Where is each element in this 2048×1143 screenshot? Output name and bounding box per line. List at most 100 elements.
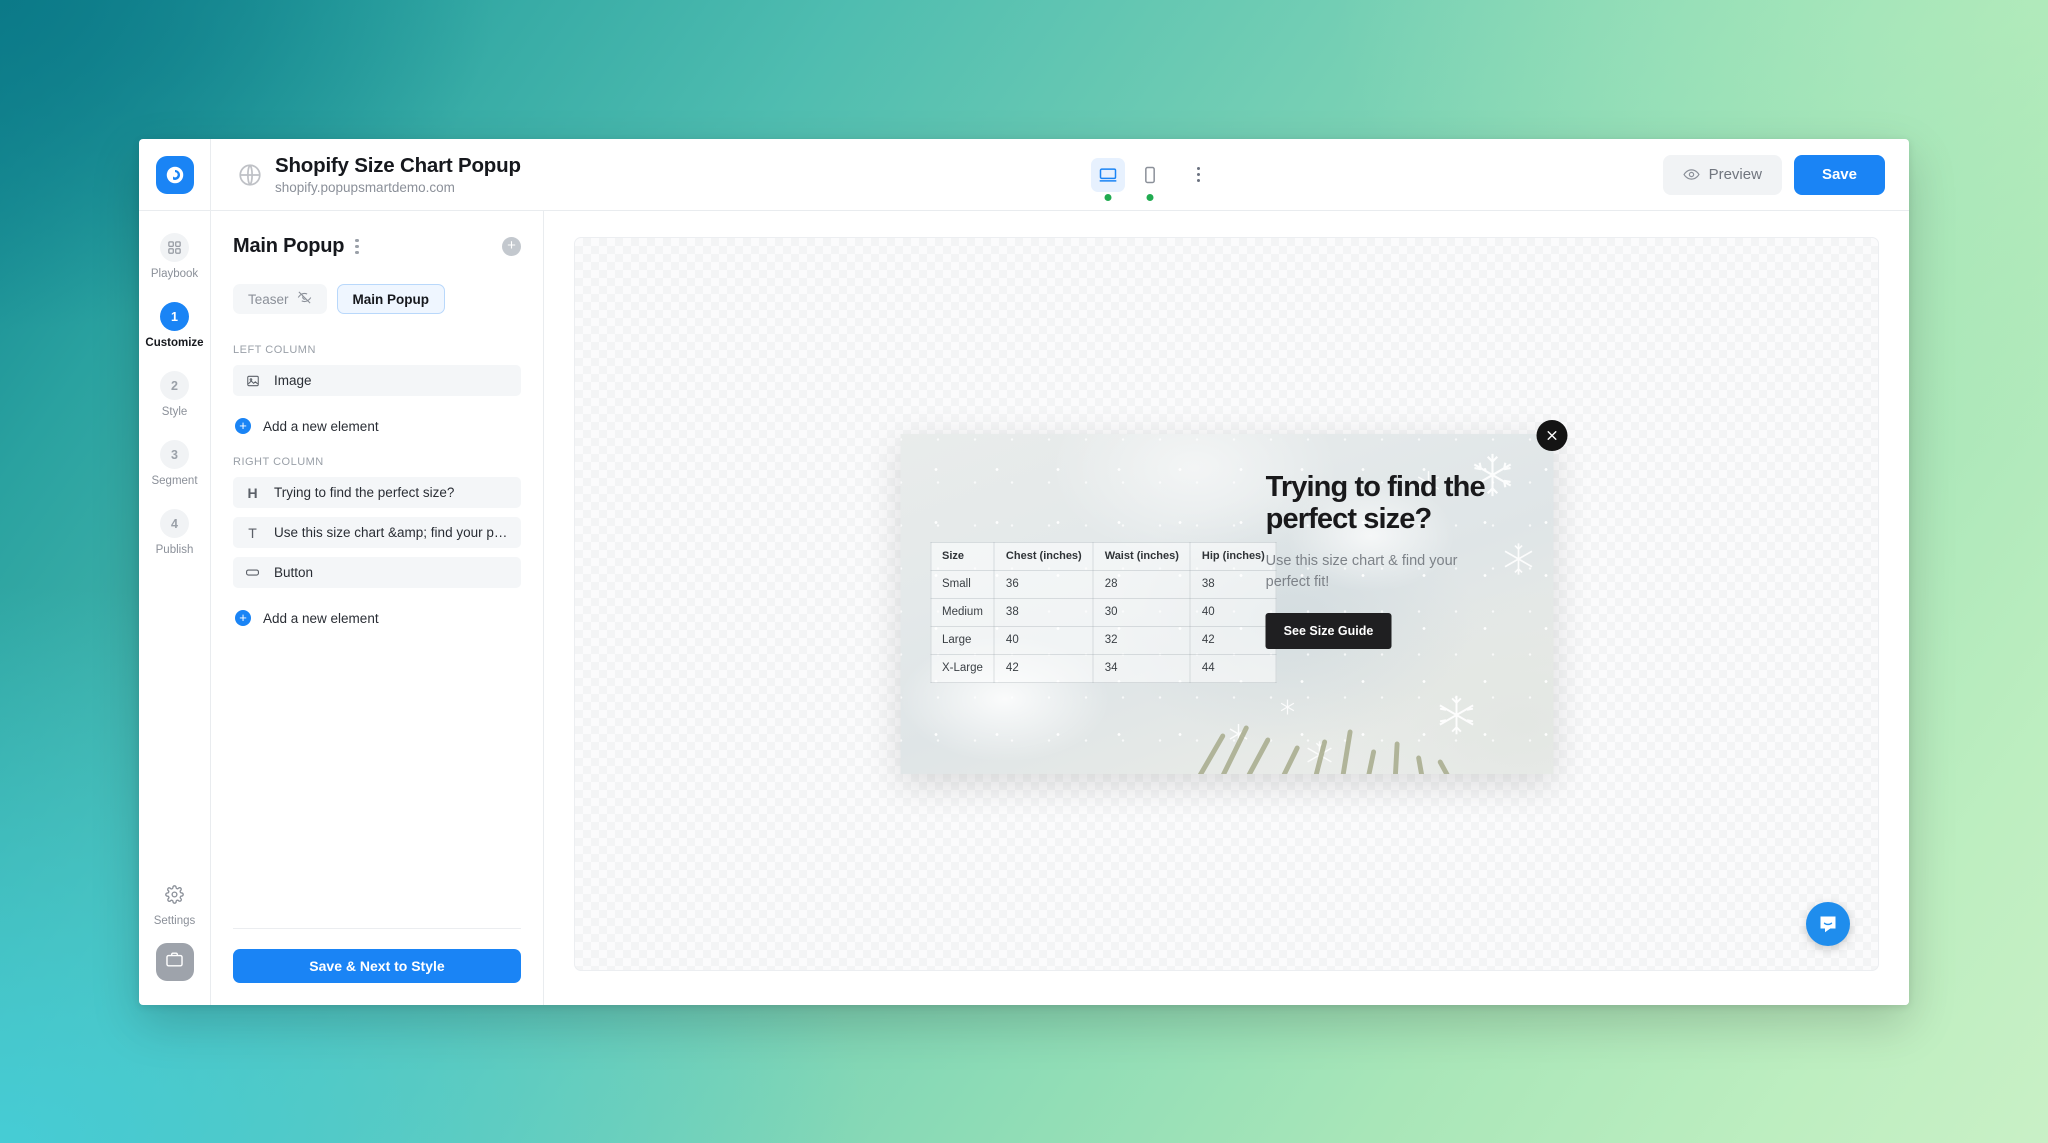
sidebar-item-playbook[interactable]: Playbook (139, 233, 210, 280)
table-cell: 38 (993, 597, 1094, 627)
sidebar-item-label: Playbook (150, 268, 199, 280)
mobile-status-dot (1146, 193, 1154, 201)
table-cell: 30 (1092, 597, 1191, 627)
table-cell: X-Large (930, 653, 995, 683)
size-chart-table: Size Chest (inches) Waist (inches) Hip (… (930, 541, 1277, 683)
save-button[interactable]: Save (1793, 154, 1885, 195)
add-element-label: Add a new element (263, 610, 379, 626)
device-switcher (641, 139, 1663, 210)
save-next-to-style-button[interactable]: Save & Next to Style (233, 949, 521, 983)
text-icon: T (248, 524, 257, 541)
preview-label: Preview (1708, 166, 1762, 183)
table-cell: 38 (1189, 569, 1277, 599)
elements-panel: Main Popup + Teaser Main Popup LEFT COLU… (211, 211, 544, 1005)
top-bar-actions: Preview Save (1662, 139, 1909, 210)
page-domain: shopify.popupsmartdemo.com (275, 180, 455, 195)
sidebar-item-label: Publish (155, 544, 194, 556)
popup-heading: Trying to find the perfect size? (1265, 471, 1486, 535)
sidebar-item-style[interactable]: 2 Style (139, 371, 210, 418)
step-badge: 2 (160, 371, 189, 400)
page-title: Shopify Size Chart Popup (275, 154, 521, 177)
panel-add-icon[interactable]: + (502, 237, 521, 256)
playbook-grid-icon (160, 233, 189, 262)
sidebar-item-settings[interactable]: Settings (153, 885, 196, 927)
device-desktop-button[interactable] (1090, 157, 1125, 201)
briefcase-icon (165, 950, 184, 974)
desktop-status-dot (1104, 193, 1112, 201)
briefcase-button[interactable] (155, 943, 194, 981)
globe-icon (237, 162, 263, 188)
gear-icon (165, 885, 184, 909)
close-icon[interactable] (1536, 420, 1567, 451)
table-cell: Small (930, 569, 995, 599)
desktop-icon (1099, 167, 1117, 182)
add-element-left-column[interactable]: + Add a new element (235, 418, 521, 434)
table-cell: 42 (993, 653, 1094, 683)
app-body: Playbook 1 Customize 2 Style 3 Segment 4… (139, 211, 1909, 1005)
tab-teaser-label: Teaser (248, 291, 289, 307)
table-cell: 40 (1189, 597, 1277, 627)
image-icon (245, 374, 260, 388)
panel-title: Main Popup (233, 235, 345, 257)
element-row-text[interactable]: T Use this size chart &amp; find your pe… (233, 517, 521, 548)
table-row: Large 40 32 42 (930, 625, 1277, 655)
panel-kebab-menu-icon[interactable] (352, 235, 361, 258)
sidebar-item-label: Segment (151, 475, 198, 487)
popup-preview[interactable]: Size Chest (inches) Waist (inches) Hip (… (900, 420, 1567, 774)
table-cell: Large (930, 625, 995, 655)
element-label: Use this size chart &amp; find your perf… (274, 525, 509, 540)
table-cell: 34 (1092, 653, 1191, 683)
see-size-guide-button[interactable]: See Size Guide (1265, 613, 1392, 650)
table-cell: 44 (1189, 653, 1277, 683)
tab-main-popup[interactable]: Main Popup (336, 284, 446, 314)
add-element-right-column[interactable]: + Add a new element (235, 610, 521, 626)
right-column-label: RIGHT COLUMN (233, 456, 324, 468)
step-badge: 4 (160, 509, 189, 538)
plus-circle-icon: + (235, 418, 251, 434)
sidebar-item-label: Customize (145, 337, 204, 349)
table-cell: Medium (930, 597, 995, 627)
page-title-block: Shopify Size Chart Popup shopify.popupsm… (211, 139, 641, 210)
popup-paragraph: Use this size chart & find your perfect … (1265, 553, 1458, 590)
popup-canvas: Size Chest (inches) Waist (inches) Hip (… (574, 237, 1879, 971)
table-row: Medium 38 30 40 (930, 597, 1277, 627)
element-label: Image (274, 373, 312, 388)
eye-off-icon (297, 290, 312, 308)
sidebar-item-publish[interactable]: 4 Publish (139, 509, 210, 556)
tab-main-popup-label: Main Popup (352, 291, 430, 307)
topbar-kebab-menu-icon[interactable] (1185, 158, 1213, 192)
eye-icon (1682, 169, 1700, 180)
step-badge: 3 (160, 440, 189, 469)
popup-view-tabs: Teaser Main Popup (233, 284, 521, 314)
device-mobile-button[interactable] (1133, 158, 1167, 201)
table-header-cell: Waist (inches) (1092, 541, 1191, 571)
table-header-row: Size Chest (inches) Waist (inches) Hip (… (930, 541, 1277, 571)
tab-teaser[interactable]: Teaser (233, 284, 327, 314)
element-label: Button (274, 565, 314, 580)
table-cell: 36 (993, 569, 1094, 599)
intercom-launcher-button[interactable] (1806, 902, 1850, 946)
table-row: X-Large 42 34 44 (930, 653, 1277, 683)
sidebar-item-label: Settings (153, 915, 196, 927)
table-cell: 32 (1092, 625, 1191, 655)
plus-circle-icon: + (235, 610, 251, 626)
popup-left-column: Size Chest (inches) Waist (inches) Hip (… (900, 434, 1277, 774)
table-cell: 28 (1092, 569, 1191, 599)
element-row-button[interactable]: Button (233, 557, 521, 588)
add-element-label: Add a new element (263, 418, 379, 434)
left-column-label: LEFT COLUMN (233, 344, 316, 356)
sidebar-item-customize[interactable]: 1 Customize (139, 302, 210, 349)
element-label: Trying to find the perfect size? (274, 485, 455, 500)
button-icon (245, 565, 260, 580)
preview-button[interactable]: Preview (1662, 154, 1782, 195)
heading-icon: H (247, 484, 258, 501)
app-logo[interactable] (139, 139, 211, 210)
sidebar-item-segment[interactable]: 3 Segment (139, 440, 210, 487)
element-row-heading[interactable]: H Trying to find the perfect size? (233, 477, 521, 508)
element-row-image[interactable]: Image (233, 365, 521, 396)
step-badge: 1 (160, 302, 189, 331)
canvas-area: Size Chest (inches) Waist (inches) Hip (… (544, 211, 1909, 1005)
top-bar: Shopify Size Chart Popup shopify.popupsm… (139, 139, 1909, 211)
step-rail: Playbook 1 Customize 2 Style 3 Segment 4… (139, 211, 211, 1005)
popup-right-column: Trying to find the perfect size? Use thi… (1265, 434, 1553, 774)
